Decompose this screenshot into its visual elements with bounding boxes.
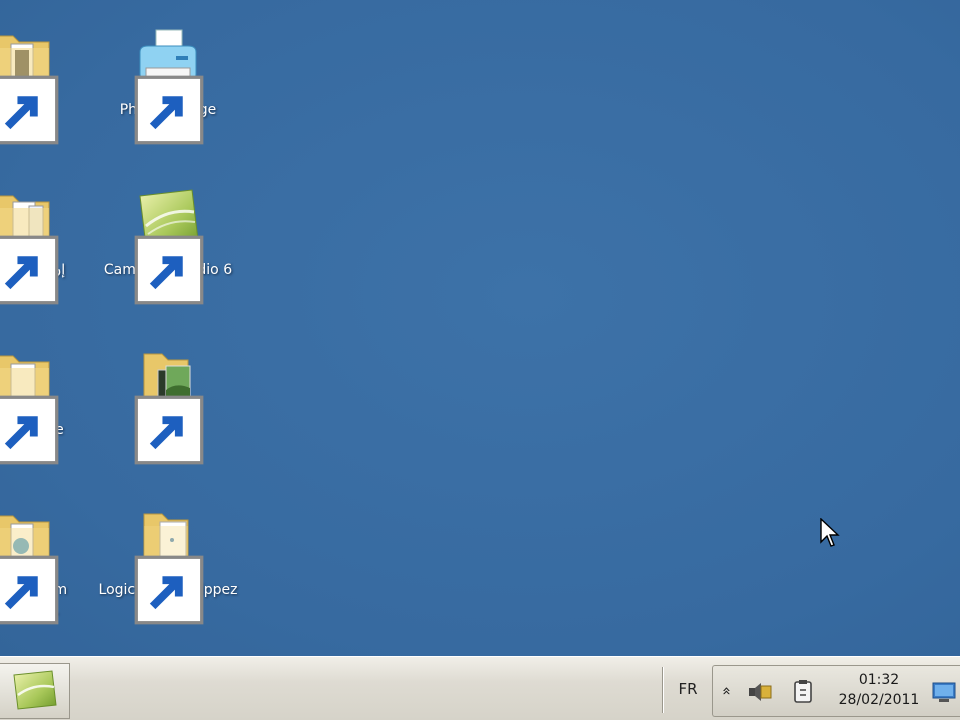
desktop-icon-logiciel-pour-zippez[interactable]: Logiciel pour zippez (93, 500, 243, 630)
folder-icon (0, 506, 59, 625)
shortcut-arrow-icon (0, 394, 59, 465)
camtasia-icon (132, 186, 204, 305)
speaker-icon[interactable] (745, 678, 773, 706)
start-button[interactable] (0, 663, 70, 719)
desktop-icon-adsl[interactable]: amation iam teur ADSL (0, 500, 98, 630)
shortcut-arrow-icon (133, 394, 204, 465)
folder-icon (0, 346, 59, 465)
taskbar-separator (662, 667, 664, 713)
shortcut-arrow-icon (0, 234, 59, 305)
shortcut-arrow-icon (133, 234, 204, 305)
desktop-icon-fond[interactable]: fond (93, 340, 243, 470)
folder-photo-icon (132, 346, 204, 465)
clock-date[interactable]: 28/02/2011 (833, 690, 925, 710)
desktop-icon-camtasia-studio[interactable]: Camtasia Studio 6 (93, 180, 243, 310)
desktop-icon-photo-collage-creator[interactable]: Photo Collage Creator (93, 20, 243, 150)
shortcut-arrow-icon (133, 74, 204, 145)
desktop-icon-globale[interactable]: iels Globale (0, 340, 98, 470)
folder-icon (132, 506, 204, 625)
mouse-cursor-icon (820, 517, 840, 550)
desktop-icon-aqua[interactable]: ob AQUA (0, 20, 98, 150)
show-desktop-icon[interactable] (931, 680, 957, 704)
printer-icon (132, 26, 204, 145)
clock-time[interactable]: 01:32 (833, 670, 925, 690)
shortcut-arrow-icon (0, 554, 59, 625)
desktop[interactable]: ob AQUA ANCE إن شاء الله سبحا (0, 0, 960, 656)
folder-icon (0, 186, 59, 305)
notification-area: « 01:32 28/02/2011 (712, 665, 960, 717)
language-indicator[interactable]: FR (672, 677, 704, 701)
shortcut-arrow-icon (0, 74, 59, 145)
shortcut-arrow-icon (133, 554, 204, 625)
show-hidden-icons-button[interactable]: « (716, 683, 738, 699)
desktop-icon-arabic-folder[interactable]: ANCE إن شاء الله سبحا (0, 180, 98, 310)
folder-icon (0, 26, 59, 145)
power-icon[interactable] (789, 678, 817, 706)
taskbar: FR « 01:32 28/02/2011 (0, 656, 960, 720)
camtasia-icon (12, 670, 57, 710)
